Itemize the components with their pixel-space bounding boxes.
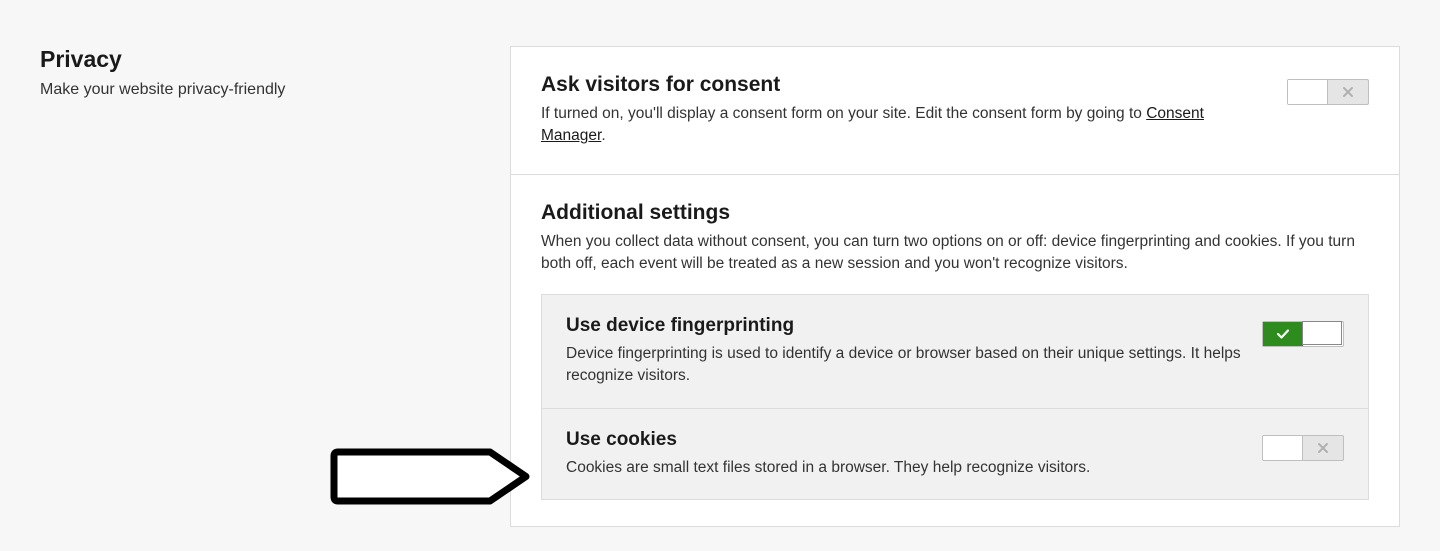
cookies-title: Use cookies (566, 429, 1242, 451)
consent-description: If turned on, you'll display a consent f… (541, 103, 1267, 148)
consent-desc-suffix: . (601, 127, 605, 144)
fingerprinting-toggle[interactable] (1262, 321, 1344, 347)
additional-description: When you collect data without consent, y… (541, 231, 1369, 276)
x-icon (1317, 442, 1329, 454)
consent-title: Ask visitors for consent (541, 73, 1267, 97)
check-icon (1276, 327, 1290, 341)
privacy-title: Privacy (40, 46, 480, 73)
privacy-subtitle: Make your website privacy-friendly (40, 81, 480, 99)
privacy-sidebar: Privacy Make your website privacy-friend… (40, 46, 480, 527)
x-icon (1342, 86, 1354, 98)
cookies-card: Use cookies Cookies are small text files… (541, 409, 1369, 500)
cookies-toggle[interactable] (1262, 435, 1344, 461)
consent-section: Ask visitors for consent If turned on, y… (511, 47, 1399, 174)
cookies-description: Cookies are small text files stored in a… (566, 457, 1242, 479)
additional-title: Additional settings (541, 201, 1369, 225)
fingerprinting-title: Use device fingerprinting (566, 315, 1242, 337)
additional-settings-section: Additional settings When you collect dat… (511, 174, 1399, 526)
consent-toggle[interactable] (1287, 79, 1369, 105)
consent-desc-text: If turned on, you'll display a consent f… (541, 105, 1146, 122)
fingerprinting-card: Use device fingerprinting Device fingerp… (541, 294, 1369, 409)
fingerprinting-description: Device fingerprinting is used to identif… (566, 343, 1242, 388)
privacy-settings-panel: Ask visitors for consent If turned on, y… (510, 46, 1400, 527)
